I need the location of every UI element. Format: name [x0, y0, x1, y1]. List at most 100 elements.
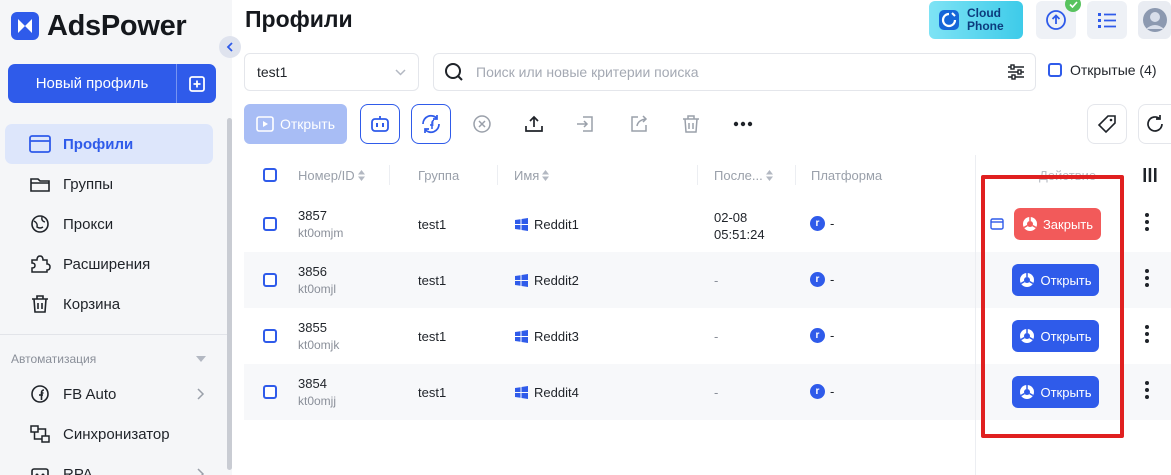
rpa-tool-button[interactable]	[360, 104, 400, 144]
column-divider[interactable]	[697, 165, 698, 185]
nav-item-synchronizer[interactable]: Синхронизатор	[5, 414, 213, 454]
open-selected-button[interactable]: Открыть	[244, 104, 347, 144]
app-logo[interactable]: AdsPower	[10, 8, 187, 44]
sort-icon	[765, 170, 773, 181]
fb-auto-tool-button[interactable]	[411, 104, 451, 144]
import-button[interactable]	[565, 104, 605, 144]
row-checkbox[interactable]	[263, 385, 277, 399]
sync-icon	[30, 425, 50, 443]
tag-button[interactable]	[1087, 104, 1127, 144]
group-select[interactable]: test1	[244, 53, 419, 91]
nav-item-fb-auto[interactable]: FB Auto	[5, 374, 213, 414]
add-square-icon	[188, 75, 205, 92]
profile-id-cell: 3854 kt0omjj	[298, 376, 336, 408]
table-row[interactable]: 3854 kt0omjj test1 Reddit4 - r - Открыть	[244, 364, 1171, 420]
profile-number: 3857	[298, 208, 327, 223]
row-more-button[interactable]	[1144, 325, 1150, 343]
list-icon	[1098, 13, 1116, 28]
share-button[interactable]	[619, 104, 659, 144]
row-more-button[interactable]	[1144, 381, 1150, 399]
refresh-button[interactable]	[1138, 104, 1171, 144]
platform-value: -	[830, 272, 835, 287]
platform-cell: r -	[810, 272, 834, 287]
cloud-phone-button[interactable]: Cloud Phone	[929, 1, 1023, 39]
close-profile-button[interactable]: Закрыть	[1014, 208, 1101, 240]
profile-number: 3856	[298, 264, 327, 279]
last-opened-cell: -	[714, 273, 719, 288]
upload-sync-icon	[1046, 10, 1066, 30]
globe-icon	[31, 215, 49, 233]
reddit-icon: r	[810, 384, 825, 399]
platform-cell: r -	[810, 328, 834, 343]
last-opened-cell: -	[714, 385, 719, 400]
nav-item-rpa[interactable]: RPA	[5, 454, 213, 475]
column-divider[interactable]	[389, 165, 390, 185]
nav-item-trash[interactable]: Корзина	[5, 284, 213, 324]
select-all-checkbox[interactable]	[263, 168, 277, 182]
column-header-id[interactable]: Номер/ID	[298, 168, 365, 183]
fixed-column-divider	[975, 155, 976, 475]
row-more-button[interactable]	[1144, 269, 1150, 287]
column-divider[interactable]	[795, 165, 796, 185]
task-list-button[interactable]	[1087, 1, 1127, 39]
nav-item-extensions[interactable]: Расширения	[5, 244, 213, 284]
nav-label-groups: Группы	[63, 175, 113, 193]
table-row[interactable]: 3855 kt0omjk test1 Reddit3 - r - Открыть	[244, 308, 1171, 364]
last-opened-time: 05:51:24	[714, 227, 765, 242]
open-profile-button[interactable]: Открыть	[1012, 264, 1099, 296]
nav-item-proxy[interactable]: Прокси	[5, 204, 213, 244]
search-icon	[445, 63, 463, 81]
automation-title: Автоматизация	[11, 352, 97, 366]
opened-only-label: Открытые (4)	[1070, 62, 1157, 78]
row-checkbox[interactable]	[263, 329, 277, 343]
nav-item-profiles[interactable]: Профили	[5, 124, 213, 164]
table-row[interactable]: 3857 kt0omjm test1 Reddit1 02-08 05:51:2…	[244, 196, 1171, 252]
opened-only-checkbox[interactable]: Открытые (4)	[1048, 62, 1157, 78]
automation-section-header[interactable]: Автоматизация	[11, 352, 206, 366]
windows-icon	[515, 274, 528, 287]
delete-button[interactable]	[671, 104, 711, 144]
row-checkbox[interactable]	[263, 217, 277, 231]
opened-only-check[interactable]	[1048, 63, 1062, 77]
trash-icon	[683, 115, 699, 133]
column-header-name[interactable]: Имя	[514, 168, 550, 183]
import-icon	[577, 116, 593, 132]
profile-name: Reddit3	[534, 329, 579, 344]
collapse-sidebar-button[interactable]	[219, 36, 241, 58]
profile-id-cell: 3856 kt0omjl	[298, 264, 336, 296]
sidebar-scrollbar[interactable]	[227, 118, 232, 470]
column-label-actions: Действие	[1039, 168, 1097, 183]
adspower-logo-icon	[11, 12, 39, 40]
new-profile-button[interactable]: Новый профиль	[8, 64, 176, 103]
chevron-down-icon	[395, 68, 406, 76]
more-actions-button[interactable]	[723, 104, 763, 144]
nav-item-groups[interactable]: Группы	[5, 164, 213, 204]
open-selected-label: Открыть	[280, 116, 335, 132]
page-title: Профили	[245, 6, 353, 32]
open-profile-button[interactable]: Открыть	[1012, 320, 1099, 352]
search-input[interactable]: Поиск или новые критерии поиска	[433, 53, 1036, 91]
name-cell: Reddit3	[515, 329, 579, 344]
browser-logo-icon	[1022, 217, 1037, 231]
reddit-icon: r	[810, 272, 825, 287]
browser-open-indicator-icon[interactable]	[990, 218, 1004, 230]
platform-value: -	[830, 384, 835, 399]
batch-add-button[interactable]	[176, 64, 216, 103]
chevron-left-icon	[226, 42, 233, 52]
nav-label-synchronizer: Синхронизатор	[63, 425, 170, 443]
filter-settings-icon[interactable]	[1007, 64, 1025, 80]
close-selected-button[interactable]	[462, 104, 502, 144]
caret-down-icon	[196, 356, 206, 362]
row-checkbox[interactable]	[263, 273, 277, 287]
last-opened-date: 02-08	[714, 210, 748, 225]
column-divider[interactable]	[497, 165, 498, 185]
main-nav: Профили Группы Прокси Расширения Корзина	[5, 124, 213, 324]
open-profile-button[interactable]: Открыть	[1012, 376, 1099, 408]
column-header-last-opened[interactable]: После...	[714, 168, 773, 183]
chevron-right-icon	[197, 388, 205, 400]
column-settings-icon[interactable]	[1143, 167, 1157, 183]
row-more-button[interactable]	[1144, 213, 1150, 231]
table-row[interactable]: 3856 kt0omjl test1 Reddit2 - r - Открыть	[244, 252, 1171, 308]
upload-button[interactable]	[514, 104, 554, 144]
user-avatar[interactable]	[1138, 1, 1171, 39]
